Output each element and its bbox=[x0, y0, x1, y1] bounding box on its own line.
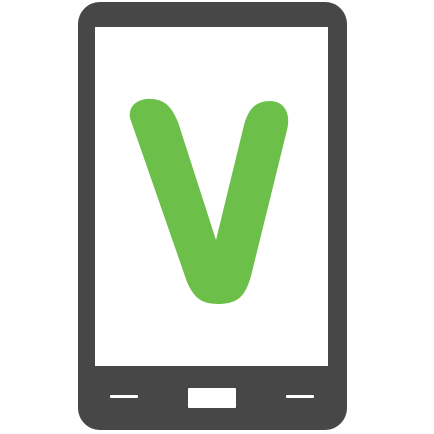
back-dash-icon bbox=[110, 395, 138, 398]
phone-app-icon bbox=[0, 0, 434, 434]
v-letter-icon bbox=[129, 98, 289, 304]
home-button-icon bbox=[188, 388, 236, 408]
menu-dash-icon bbox=[286, 395, 314, 398]
v-logo-shape bbox=[129, 98, 289, 304]
